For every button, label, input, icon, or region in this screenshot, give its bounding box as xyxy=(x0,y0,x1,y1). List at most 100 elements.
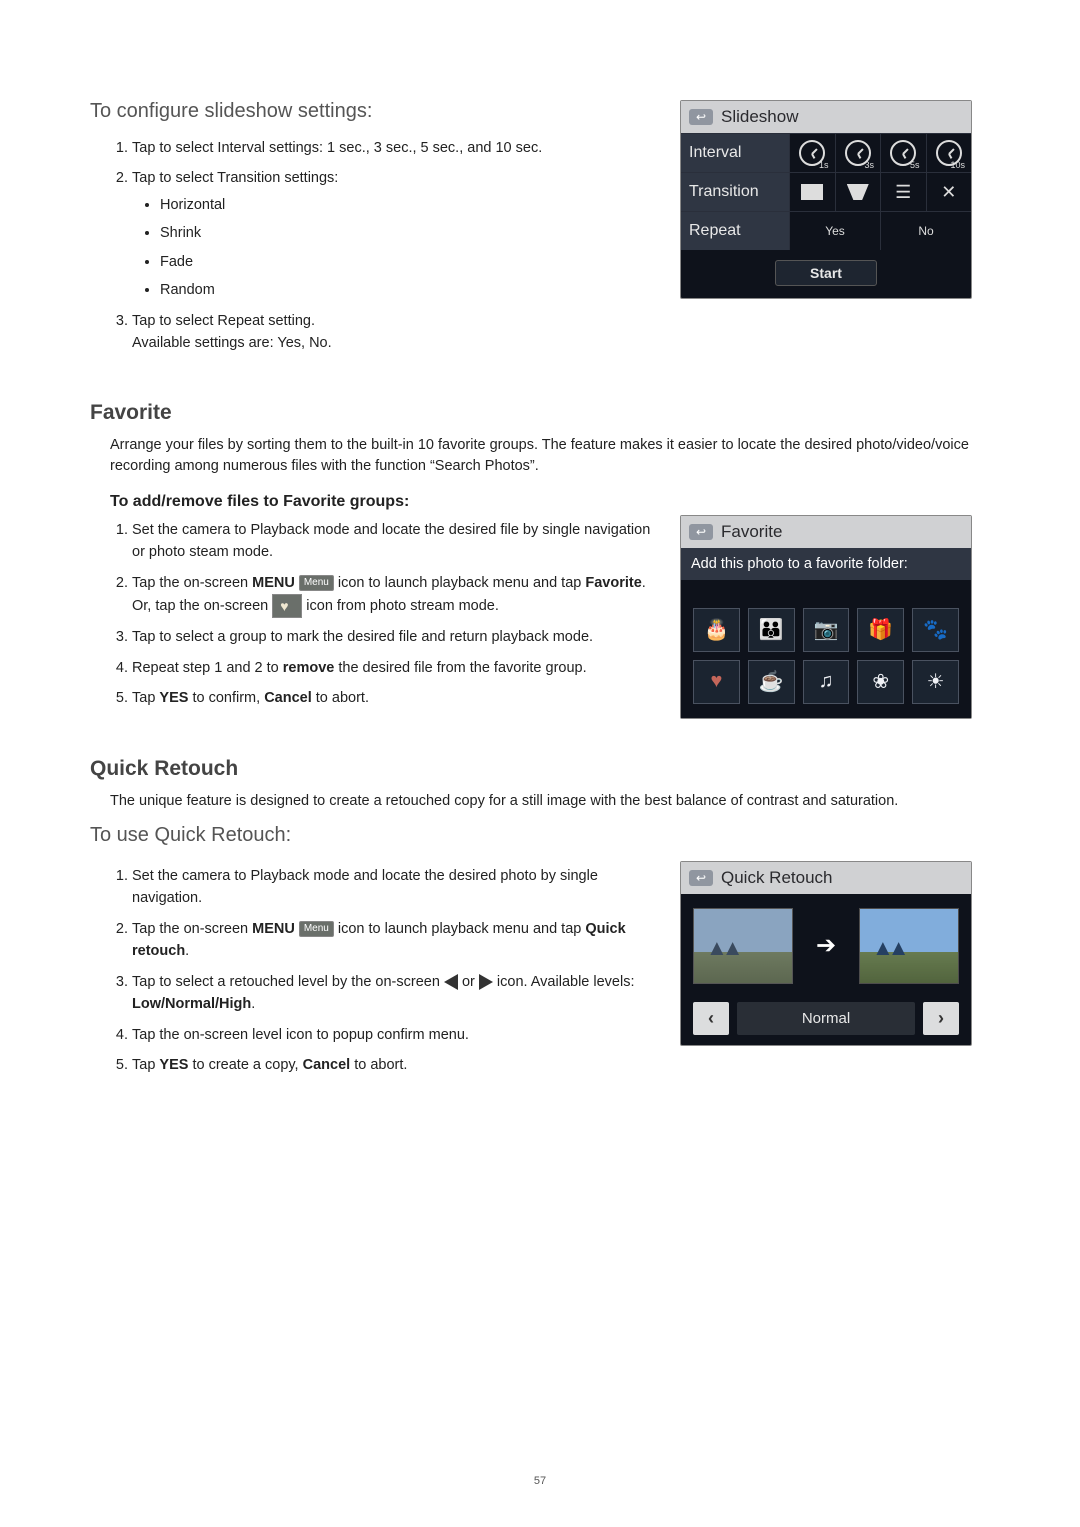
slideshow-step-3: Tap to select Repeat setting. Available … xyxy=(132,310,660,355)
fav-s4-b: the desired file from the favorite group… xyxy=(334,660,586,676)
favorite-subheading: To add/remove files to Favorite groups: xyxy=(110,493,990,511)
transition-opt-shrink: Shrink xyxy=(160,222,660,244)
left-arrow-icon xyxy=(444,974,458,990)
repeat-yes-button[interactable]: Yes xyxy=(789,212,880,250)
fade-icon: ☰ xyxy=(895,182,911,203)
favorite-lcd-title: Favorite xyxy=(721,522,782,542)
interval-1s-label: 1s xyxy=(819,160,829,170)
horizontal-icon xyxy=(801,184,823,200)
transition-random-button[interactable]: ✕ xyxy=(926,173,972,211)
interval-1s-button[interactable]: 1s xyxy=(789,134,835,172)
transition-options: Horizontal Shrink Fade Random xyxy=(142,194,660,302)
fav-group-pets[interactable]: 🐾 xyxy=(912,608,959,652)
retouch-heading: Quick Retouch xyxy=(90,757,990,781)
fav-s2-fav: Favorite xyxy=(585,575,641,591)
transition-opt-fade: Fade xyxy=(160,251,660,273)
qr-s2-b: icon to launch playback menu and tap xyxy=(334,921,586,937)
transition-label: Transition xyxy=(681,173,789,211)
retouch-subheading: To use Quick Retouch: xyxy=(90,824,990,847)
start-button[interactable]: Start xyxy=(775,260,877,286)
favorite-lcd: ↩ Favorite Add this photo to a favorite … xyxy=(680,515,972,719)
qr-s5-cancel: Cancel xyxy=(303,1057,351,1073)
fav-s5-yes: YES xyxy=(159,690,188,706)
fav-group-friends[interactable]: 📷 xyxy=(803,608,850,652)
repeat-label: Repeat xyxy=(681,212,789,250)
fav-s2-a: Tap the on-screen xyxy=(132,575,252,591)
fav-group-love[interactable]: ♥ xyxy=(693,660,740,704)
transition-shrink-button[interactable] xyxy=(835,173,881,211)
retouch-step-4: Tap the on-screen level icon to popup co… xyxy=(132,1024,660,1046)
menu-icon: Menu xyxy=(299,575,334,591)
retouch-after-thumb xyxy=(859,908,959,984)
page-number: 57 xyxy=(90,1475,990,1487)
interval-10s-label: 10s xyxy=(950,160,965,170)
fav-group-music[interactable]: ♫ xyxy=(803,660,850,704)
qr-s5-a: Tap xyxy=(132,1057,159,1073)
fav-s4-a: Repeat step 1 and 2 to xyxy=(132,660,283,676)
interval-5s-label: 5s xyxy=(910,160,920,170)
transition-opt-horizontal: Horizontal xyxy=(160,194,660,216)
fav-group-birthday[interactable]: 🎂 xyxy=(693,608,740,652)
retouch-lcd-title: Quick Retouch xyxy=(721,868,833,888)
slideshow-lcd-title: Slideshow xyxy=(721,107,799,127)
qr-s3-c: . xyxy=(251,996,255,1012)
repeat-no-button[interactable]: No xyxy=(880,212,971,250)
favorite-lcd-subtitle: Add this photo to a favorite folder: xyxy=(681,548,971,580)
retouch-step-1: Set the camera to Playback mode and loca… xyxy=(132,865,660,910)
fav-s5-cancel: Cancel xyxy=(264,690,312,706)
retouch-lcd: ↩ Quick Retouch ➔ ‹ Normal › xyxy=(680,861,972,1046)
qr-s2-a: Tap the on-screen xyxy=(132,921,252,937)
menu-icon: Menu xyxy=(299,921,334,937)
retouch-before-thumb xyxy=(693,908,793,984)
favorite-heading: Favorite xyxy=(90,401,990,425)
interval-5s-button[interactable]: 5s xyxy=(880,134,926,172)
qr-s3-a: Tap to select a retouched level by the o… xyxy=(132,974,444,990)
fav-group-flower[interactable]: ❀ xyxy=(857,660,904,704)
interval-3s-button[interactable]: 3s xyxy=(835,134,881,172)
favorite-step-1: Set the camera to Playback mode and loca… xyxy=(132,519,660,564)
slideshow-step-2: Tap to select Transition settings: Horiz… xyxy=(132,167,660,301)
qr-s5-b: to create a copy, xyxy=(188,1057,302,1073)
level-label[interactable]: Normal xyxy=(737,1002,915,1035)
back-icon[interactable]: ↩ xyxy=(689,870,713,886)
interval-10s-button[interactable]: 10s xyxy=(926,134,972,172)
fav-s4-bold: remove xyxy=(283,660,335,676)
slideshow-heading: To configure slideshow settings: xyxy=(90,100,660,123)
fav-s2-b: icon to launch playback menu and tap xyxy=(334,575,586,591)
random-icon: ✕ xyxy=(941,182,956,203)
retouch-step-5: Tap YES to create a copy, Cancel to abor… xyxy=(132,1054,660,1076)
shrink-icon xyxy=(847,184,869,200)
right-arrow-icon xyxy=(479,974,493,990)
slideshow-step-2-text: Tap to select Transition settings: xyxy=(132,170,338,186)
slideshow-lcd: ↩ Slideshow Interval 1s 3s 5s 10s Transi… xyxy=(680,100,972,299)
qr-s3-b: icon. Available levels: xyxy=(493,974,635,990)
favorite-step-4: Repeat step 1 and 2 to remove the desire… xyxy=(132,657,660,679)
transition-horizontal-button[interactable] xyxy=(789,173,835,211)
fav-s2-or-a: Or, tap the on-screen xyxy=(132,598,272,614)
fav-group-coffee[interactable]: ☕ xyxy=(748,660,795,704)
retouch-intro: The unique feature is designed to create… xyxy=(110,791,990,812)
heart-icon xyxy=(272,594,302,618)
transition-opt-random: Random xyxy=(160,279,660,301)
interval-label: Interval xyxy=(681,134,789,172)
fav-s2-menu: MENU xyxy=(252,575,295,591)
fav-group-family[interactable]: 👪 xyxy=(748,608,795,652)
slideshow-steps: Tap to select Interval settings: 1 sec.,… xyxy=(110,137,660,355)
retouch-step-3: Tap to select a retouched level by the o… xyxy=(132,971,660,1016)
fav-s5-c: to abort. xyxy=(312,690,369,706)
fav-s2-or-b: icon from photo stream mode. xyxy=(302,598,499,614)
qr-s5-yes: YES xyxy=(159,1057,188,1073)
back-icon[interactable]: ↩ xyxy=(689,109,713,125)
back-icon[interactable]: ↩ xyxy=(689,524,713,540)
fav-s5-b: to confirm, xyxy=(188,690,264,706)
qr-s3-levels: Low/Normal/High xyxy=(132,996,251,1012)
favorite-steps: Set the camera to Playback mode and loca… xyxy=(110,519,660,710)
retouch-step-2: Tap the on-screen MENU Menu icon to laun… xyxy=(132,918,660,963)
level-prev-button[interactable]: ‹ xyxy=(693,1002,729,1035)
qr-s2-c: . xyxy=(185,943,189,959)
fav-group-gift[interactable]: 🎁 xyxy=(857,608,904,652)
fav-group-sun[interactable]: ☀ xyxy=(912,660,959,704)
level-next-button[interactable]: › xyxy=(923,1002,959,1035)
interval-3s-label: 3s xyxy=(864,160,874,170)
transition-fade-button[interactable]: ☰ xyxy=(880,173,926,211)
